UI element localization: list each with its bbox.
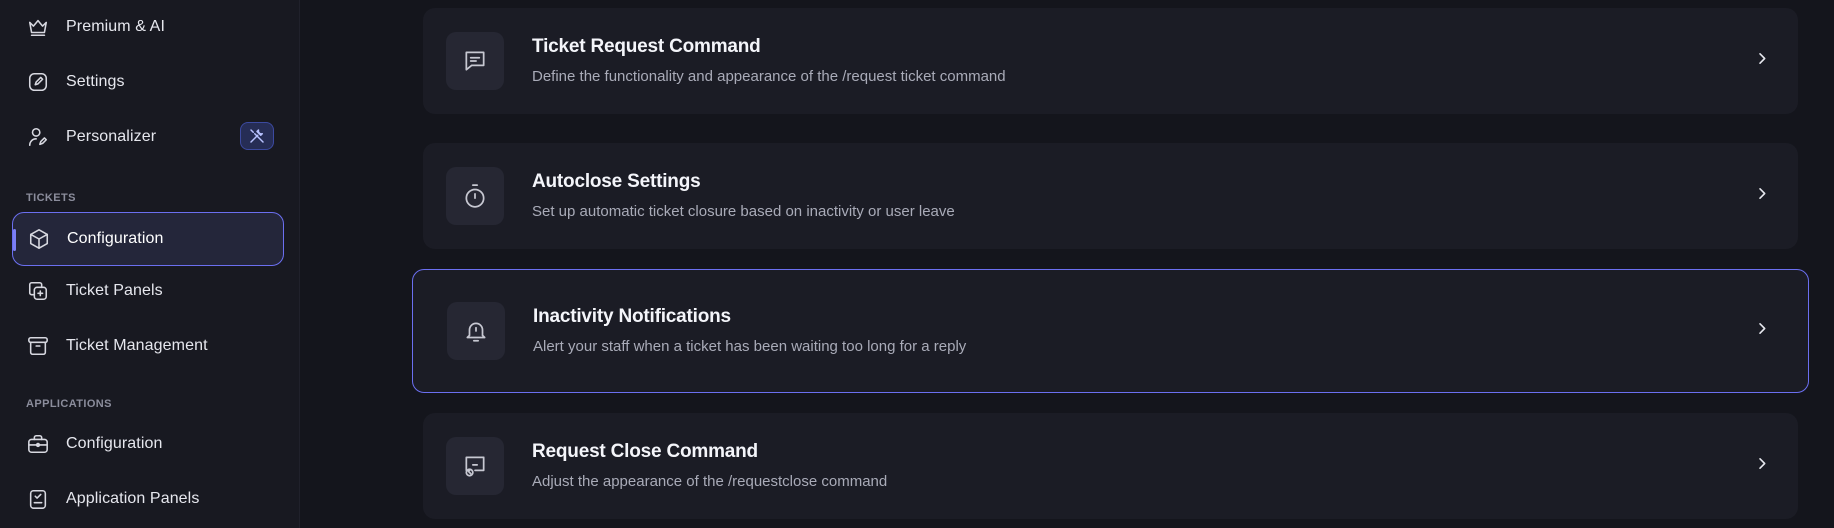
sidebar-item-label: Personalizer [66,128,157,145]
chevron-right-icon [1754,321,1770,342]
card-title: Request Close Command [532,441,758,462]
card-request-close-command[interactable]: Request Close Command Adjust the appeara… [423,413,1798,519]
archive-icon [26,334,50,358]
card-title: Inactivity Notifications [533,306,731,327]
user-edit-icon [26,125,50,149]
card-text: Autoclose Settings Set up automatic tick… [532,171,955,220]
timer-icon [446,167,504,225]
message-close-icon [446,437,504,495]
card-ticket-request-command[interactable]: Ticket Request Command Define the functi… [423,8,1798,114]
sidebar-item-personalizer[interactable]: Personalizer [14,114,284,160]
sidebar-item-label: Configuration [66,435,163,452]
sidebar-item-tickets-configuration[interactable]: Configuration [12,212,284,266]
sidebar-item-label: Configuration [67,230,164,247]
clipboard-icon [26,487,50,511]
bell-icon [447,302,505,360]
sidebar-item-application-panels[interactable]: Application Panels [14,476,284,522]
card-title: Ticket Request Command [532,36,761,57]
sidebar-item-settings[interactable]: Settings [14,59,284,105]
briefcase-icon [26,432,50,456]
sidebar-item-label: Premium & AI [66,18,166,35]
card-text: Ticket Request Command Define the functi… [532,36,1006,85]
message-square-icon [446,32,504,90]
cube-icon [27,227,51,251]
card-autoclose-settings[interactable]: Autoclose Settings Set up automatic tick… [423,143,1798,249]
sidebar-item-label: Ticket Management [66,337,208,354]
section-title-applications: APPLICATIONS [26,398,112,410]
copy-plus-icon [26,279,50,303]
sidebar-item-premium-ai[interactable]: Premium & AI [14,4,284,50]
chevron-right-icon [1754,51,1770,72]
sidebar-item-ticket-panels[interactable]: Ticket Panels [14,268,284,314]
app-root: Premium & AI Settings Personalizer TICKE… [0,0,1834,528]
card-text: Inactivity Notifications Alert your staf… [533,306,966,355]
card-text: Request Close Command Adjust the appeara… [532,441,887,490]
card-inactivity-notifications[interactable]: Inactivity Notifications Alert your staf… [412,269,1809,393]
sidebar-item-applications-configuration[interactable]: Configuration [14,421,284,467]
active-indicator [13,229,16,251]
chevron-right-icon [1754,456,1770,477]
pencil-square-icon [26,70,50,94]
card-title: Autoclose Settings [532,171,701,192]
card-description: Define the functionality and appearance … [532,68,1006,85]
tools-icon [240,122,274,150]
sidebar: Premium & AI Settings Personalizer TICKE… [0,0,300,528]
card-description: Alert your staff when a ticket has been … [533,338,967,355]
sidebar-item-label: Application Panels [66,490,200,507]
card-description: Adjust the appearance of the /requestclo… [532,473,888,490]
sidebar-item-label: Settings [66,73,125,90]
crown-icon [26,15,50,39]
card-description: Set up automatic ticket closure based on… [532,203,955,220]
section-title-tickets: TICKETS [26,192,76,204]
sidebar-item-label: Ticket Panels [66,282,163,299]
sidebar-item-ticket-management[interactable]: Ticket Management [14,323,284,369]
chevron-right-icon [1754,186,1770,207]
